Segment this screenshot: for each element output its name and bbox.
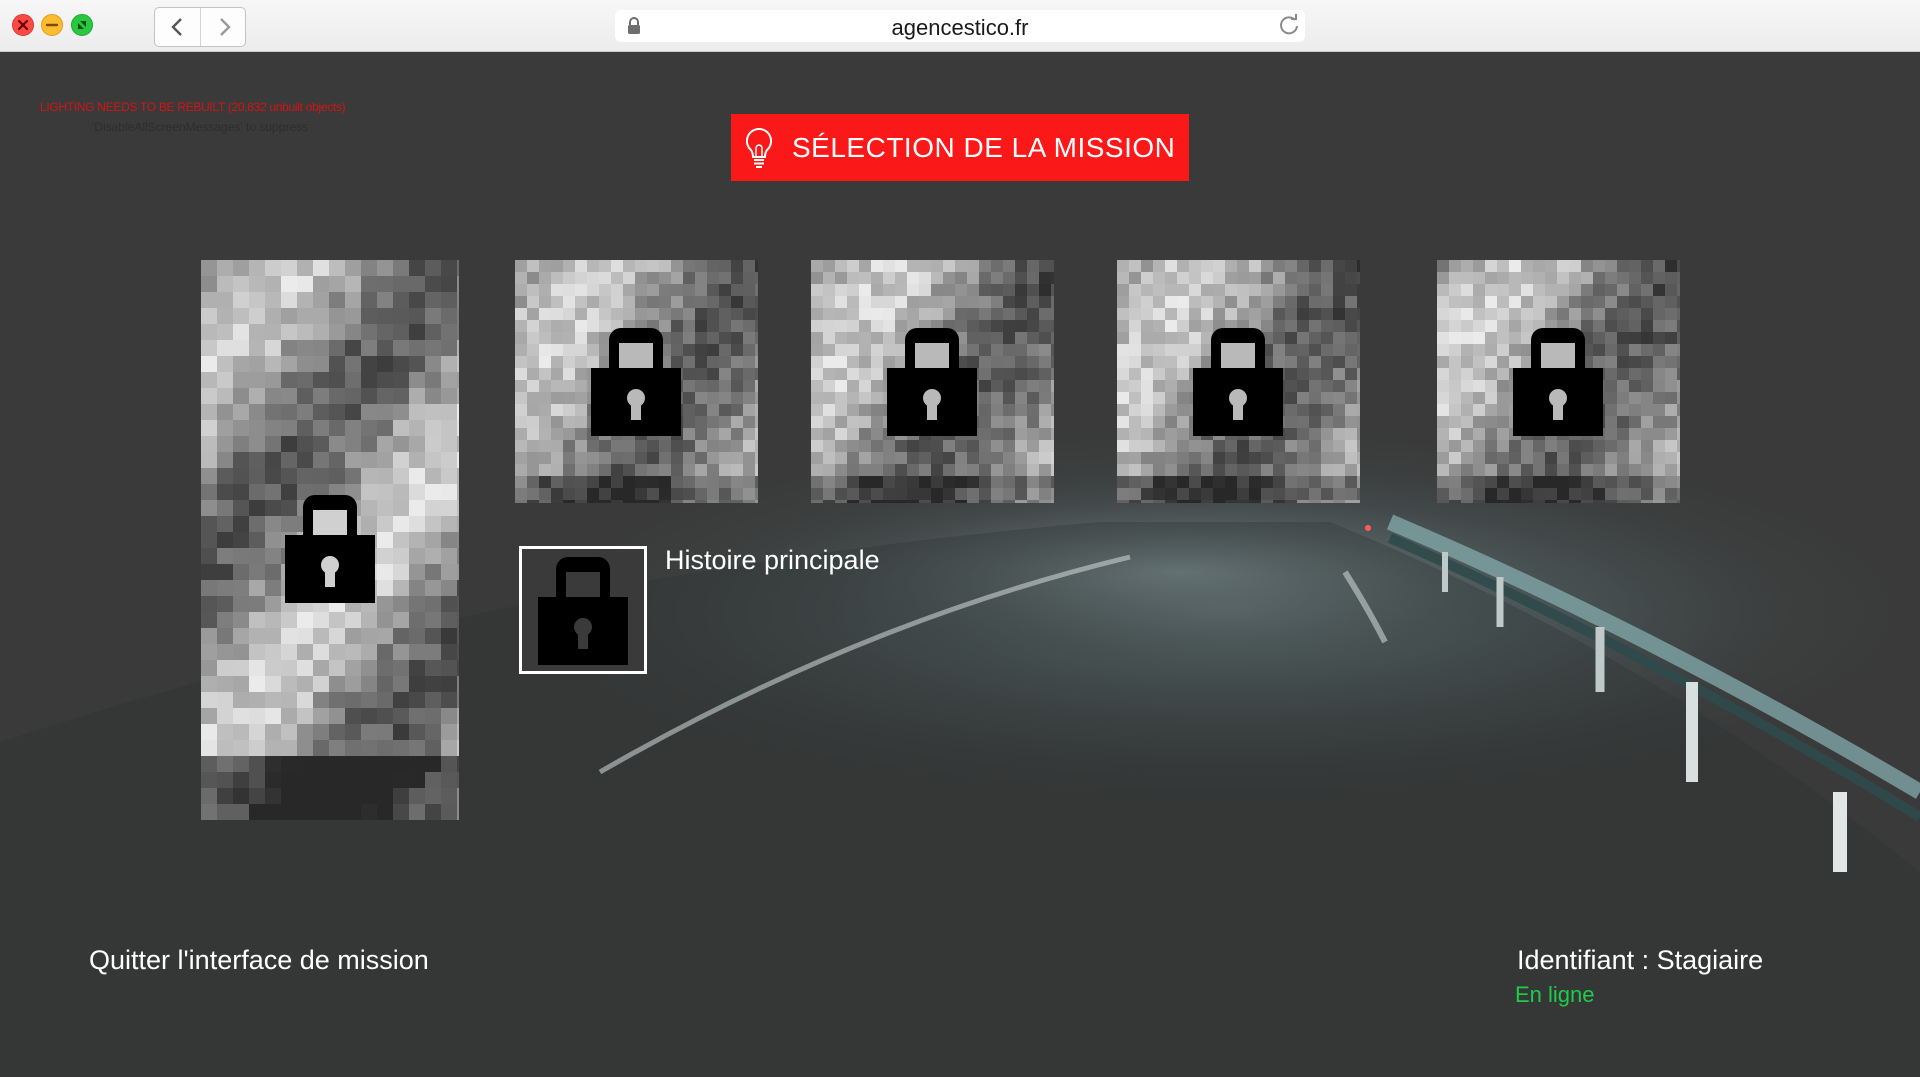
back-button[interactable] — [155, 8, 200, 46]
debug-message: LIGHTING NEEDS TO BE REBUILT (20,832 unb… — [40, 100, 346, 114]
lock-icon — [591, 328, 681, 436]
fullscreen-icon — [78, 21, 86, 29]
title-banner: SÉLECTION DE LA MISSION — [731, 114, 1189, 181]
online-status: En ligne — [1515, 982, 1595, 1007]
lock-icon — [1193, 328, 1283, 436]
mission-selection-screen: LIGHTING NEEDS TO BE REBUILT (20,832 unb… — [0, 52, 1920, 1077]
chevron-left-icon — [171, 18, 182, 36]
lock-icon — [285, 495, 375, 603]
close-window-button[interactable] — [12, 14, 34, 36]
reload-icon[interactable] — [1278, 14, 1300, 36]
mission-tile-1[interactable] — [515, 260, 758, 503]
close-icon — [17, 19, 29, 31]
debug-hint: 'DisableAllScreenMessages' to suppress — [92, 120, 309, 134]
main-story-thumbnail[interactable] — [519, 546, 647, 674]
mission-tile-3[interactable] — [1117, 260, 1360, 503]
page-title: SÉLECTION DE LA MISSION — [792, 132, 1176, 163]
browser-toolbar: agencestico.fr — [0, 0, 1920, 52]
mission-tile-2[interactable] — [811, 260, 1054, 503]
mission-tile-4[interactable] — [1437, 260, 1680, 503]
main-story-label[interactable]: Histoire principale — [665, 545, 880, 576]
lock-icon — [887, 328, 977, 436]
chevron-right-icon — [219, 18, 231, 36]
minimize-icon — [45, 23, 59, 27]
featured-mission-tile[interactable] — [201, 260, 459, 820]
maximize-window-button[interactable] — [71, 14, 93, 36]
address-bar[interactable]: agencestico.fr — [615, 10, 1305, 42]
quit-mission-interface-button[interactable]: Quitter l'interface de mission — [89, 945, 429, 976]
history-navigation — [154, 7, 246, 47]
minimize-window-button[interactable] — [41, 14, 63, 36]
lightbulb-icon — [745, 127, 773, 168]
lock-icon — [538, 557, 628, 665]
url-text: agencestico.fr — [891, 15, 1029, 40]
lock-icon — [1513, 328, 1603, 436]
user-identifier: Identifiant : Stagiaire — [1517, 945, 1764, 975]
forward-button[interactable] — [199, 8, 246, 46]
